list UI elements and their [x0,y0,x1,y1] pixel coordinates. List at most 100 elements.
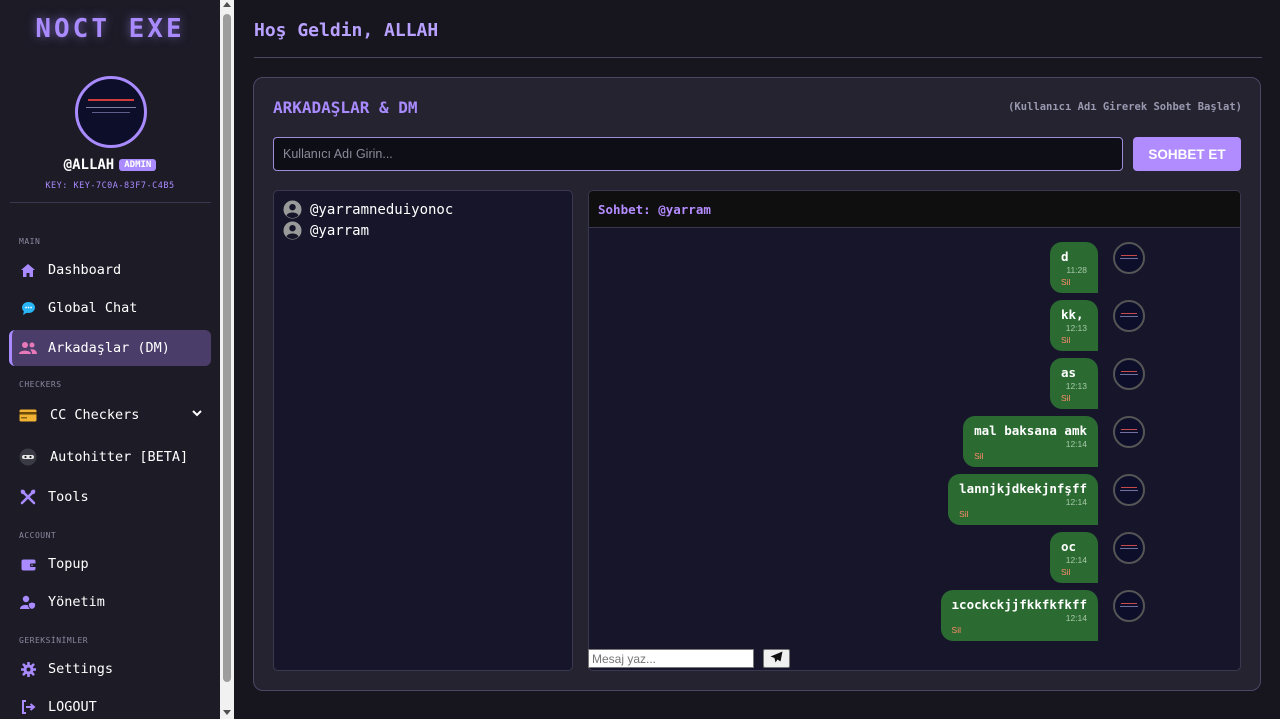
scroll-down-arrow-icon[interactable] [223,710,231,715]
header-divider [254,57,1262,58]
friends-list: @yarramneduiyonoc @yarram [273,190,573,671]
nav-autohitter-label: Autohitter [BETA] [50,449,189,465]
message-avatar [1113,416,1145,448]
welcome-title: Hoş Geldin, ALLAH [254,20,439,41]
user-shield-icon [19,593,37,611]
paper-plane-icon [770,651,783,666]
scroll-thumb[interactable] [223,14,231,682]
user-circle-icon [283,221,302,240]
section-main: MAIN [19,237,41,246]
chat-title: Sohbet: @yarram [598,202,711,217]
section-checkers: CHECKERS [19,380,62,389]
user-circle-icon [283,200,302,219]
nav-yonetim[interactable]: Yönetim [9,584,211,620]
friend-item[interactable]: @yarram [283,221,369,240]
chat-panel: Sohbet: @yarram d 11:28 Sil kk, 12:13 Si… [588,190,1241,671]
start-chat-button[interactable]: SOHBET ET [1133,137,1241,171]
message-time: 12:14 [1065,555,1087,565]
nav-logout[interactable]: LOGOUT [9,689,211,719]
message-avatar [1113,300,1145,332]
friend-name: @yarramneduiyonoc [310,201,454,218]
nav-dashboard[interactable]: Dashboard [9,252,211,288]
user-handle-row: @ALLAH ADMIN [0,157,220,173]
section-gereksinimler: GEREKSİNİMLER [19,636,89,645]
chat-message: oc 12:14 Sil [1050,532,1098,583]
message-text: d [1061,249,1069,264]
message-time: 11:28 [1066,265,1087,275]
tools-icon [19,488,37,506]
admin-badge: ADMIN [119,159,157,171]
chevron-down-icon[interactable] [191,407,203,423]
message-text: lannjkjdkekjnfşff [959,481,1087,496]
user-key: KEY: KEY-7C0A-83F7-C4B5 [45,181,175,191]
message-time: 12:13 [1065,323,1087,333]
nav-global-chat-label: Global Chat [48,300,138,316]
chat-message: d 11:28 Sil [1050,242,1098,293]
delete-message-button[interactable]: Sil [1061,277,1087,287]
username-input[interactable] [273,137,1123,171]
message-text: ıcockckjjfkkfkfkff [951,597,1087,612]
chat-header: Sohbet: @yarram [589,191,1240,228]
nav-autohitter[interactable]: Autohitter [BETA] [9,439,211,475]
message-avatar [1113,590,1145,622]
sidebar-divider [10,202,211,203]
friend-name: @yarram [310,222,370,239]
chat-message: as 12:13 Sil [1050,358,1098,409]
nav-topup-label: Topup [48,556,89,572]
sidebar: NOCT EXE @ALLAH ADMIN KEY: KEY-7C0A-83F7-… [0,0,220,719]
logout-icon [19,698,37,716]
nav-yonetim-label: Yönetim [48,594,105,610]
message-time: 12:14 [1065,613,1087,623]
user-avatar [75,76,147,148]
message-avatar [1113,532,1145,564]
nav-cc-checkers[interactable]: CC Checkers [9,397,211,433]
message-text: mal baksana amk [974,423,1087,438]
delete-message-button[interactable]: Sil [952,625,1087,635]
card-hint: (Kullanıcı Adı Girerek Sohbet Başlat) [1008,101,1242,113]
brand-logo: NOCT EXE [35,14,185,44]
message-time: 12:14 [1065,497,1087,507]
nav-topup[interactable]: Topup [9,546,211,582]
scroll-up-arrow-icon[interactable] [223,2,231,7]
nav-settings-label: Settings [48,661,114,677]
nav-arkadaslar-label: Arkadaşlar (DM) [48,340,170,356]
nav-arkadaslar[interactable]: Arkadaşlar (DM) [9,330,211,366]
card-title: ARKADAŞLAR & DM [273,98,418,117]
chat-message: ıcockckjjfkkfkfkff 12:14 Sil [940,590,1098,641]
delete-message-button[interactable]: Sil [1061,567,1087,577]
wallet-icon [19,555,37,573]
ninja-mask-icon [19,448,37,466]
chat-bubble-icon [19,299,37,317]
chat-message: mal baksana amk 12:14 Sil [963,416,1098,467]
chat-message: kk, 12:13 Sil [1050,300,1098,351]
users-icon [19,339,37,357]
section-account: ACCOUNT [19,531,57,540]
nav-settings[interactable]: Settings [9,651,211,687]
send-button[interactable] [763,649,790,668]
nav-global-chat[interactable]: Global Chat [9,290,211,326]
nav-tools[interactable]: Tools [9,479,211,515]
sidebar-scrollbar[interactable] [220,0,234,719]
message-time: 12:14 [1065,439,1087,449]
chat-message: lannjkjdkekjnfşff 12:14 Sil [948,474,1098,525]
delete-message-button[interactable]: Sil [1061,335,1087,345]
delete-message-button[interactable]: Sil [974,451,1087,461]
message-avatar [1113,358,1145,390]
message-avatar [1113,474,1145,506]
message-time: 12:13 [1065,381,1087,391]
nav-logout-label: LOGOUT [48,699,97,715]
nav-cc-checkers-label: CC Checkers [50,407,140,423]
delete-message-button[interactable]: Sil [959,509,1087,519]
message-input[interactable] [588,649,754,668]
home-icon [19,261,37,279]
nav-dashboard-label: Dashboard [48,262,122,278]
user-handle: @ALLAH [63,157,115,173]
gear-icon [19,660,37,678]
message-text: kk, [1061,307,1084,322]
friend-item[interactable]: @yarramneduiyonoc [283,200,453,219]
message-avatar [1113,242,1145,274]
message-text: oc [1061,539,1077,554]
message-text: as [1061,365,1077,380]
delete-message-button[interactable]: Sil [1061,393,1087,403]
credit-card-icon [19,406,37,424]
